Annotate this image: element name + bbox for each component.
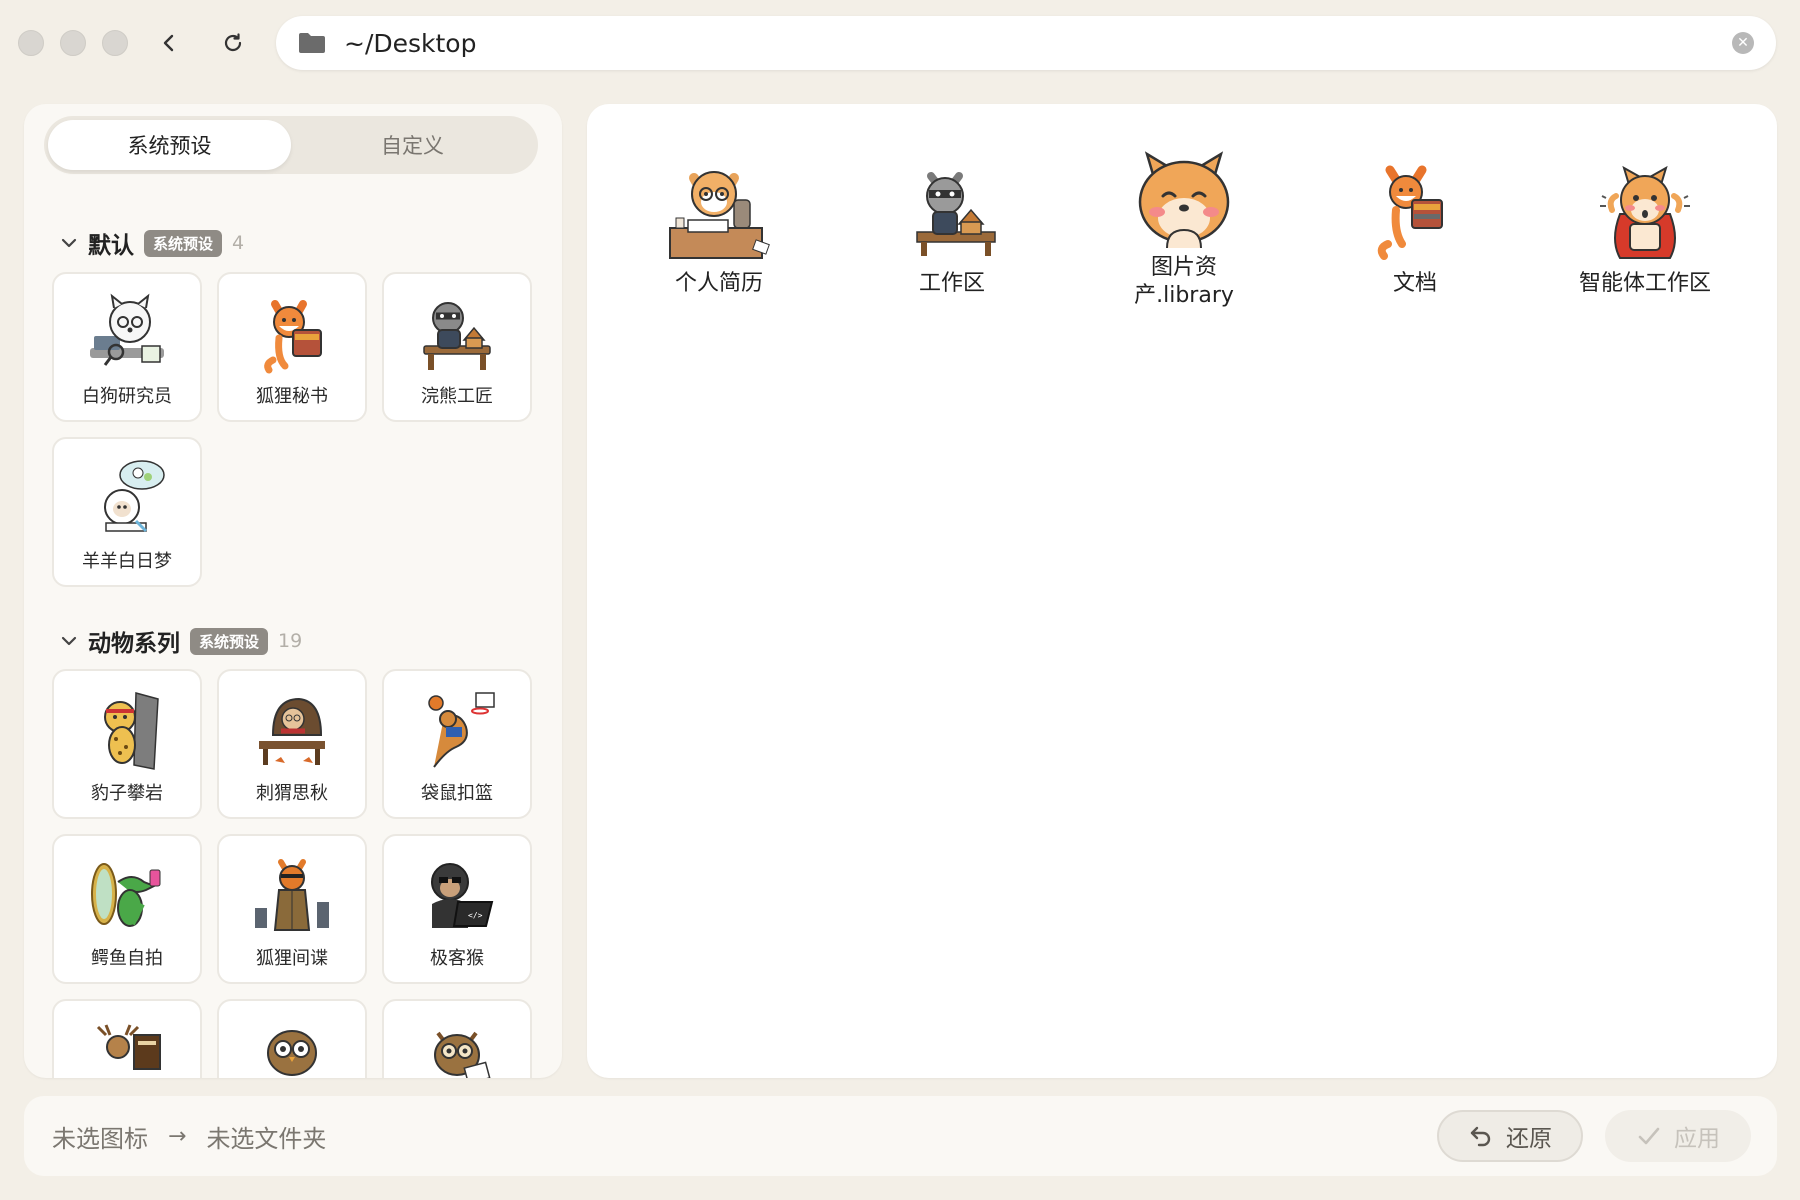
folder-label: 工作区 xyxy=(918,271,985,296)
tab-custom[interactable]: 自定义 xyxy=(291,120,534,170)
back-button[interactable] xyxy=(151,24,187,62)
group-title: 动物系列 xyxy=(88,631,180,657)
group-title: 默认 xyxy=(88,233,134,259)
refresh-icon xyxy=(224,33,242,52)
owl-icon xyxy=(434,1031,491,1078)
fox-spy-icon xyxy=(255,859,329,931)
icon-card-owl-reader[interactable] xyxy=(217,999,367,1078)
icon-card-label: 狐狸间谍 xyxy=(256,948,328,969)
source-tabs: 系统预设 自定义 xyxy=(44,116,538,174)
icon-card-label: 狐狸秘书 xyxy=(256,386,328,407)
close-window-button[interactable] xyxy=(18,30,44,56)
shiba-happy-icon xyxy=(1138,151,1230,249)
leopard-climbing-icon xyxy=(104,692,159,770)
folder-label: 个人简历 xyxy=(674,271,763,296)
undo-icon xyxy=(1470,1126,1491,1147)
deer-icon xyxy=(96,1024,161,1070)
address-bar[interactable]: ~/Desktop ✕ xyxy=(276,16,1776,70)
geek-monkey-icon: </> xyxy=(431,863,494,928)
shiba-superhero-icon xyxy=(1600,165,1690,259)
white-dog-researcher-icon xyxy=(90,293,164,366)
folder-item-resume[interactable]: 个人简历 xyxy=(619,154,819,298)
icon-card-raccoon-craftsman[interactable]: 浣熊工匠 xyxy=(382,272,532,422)
refresh-button[interactable] xyxy=(215,24,251,62)
icon-card-label: 刺猬思秋 xyxy=(256,783,328,804)
clear-address-icon[interactable]: ✕ xyxy=(1732,32,1754,54)
folder-label-line1: 图片资 xyxy=(1150,255,1217,280)
icon-card-fox-spy[interactable]: 狐狸间谍 xyxy=(217,834,367,984)
window-controls xyxy=(18,30,128,56)
icon-card-label: 鳄鱼自拍 xyxy=(91,948,163,969)
icon-card-label: 浣熊工匠 xyxy=(421,386,493,407)
apply-label: 应用 xyxy=(1674,1126,1720,1152)
group-count: 19 xyxy=(278,630,303,652)
restore-button[interactable]: 还原 xyxy=(1437,1110,1583,1162)
fox-secretary-icon xyxy=(264,300,322,374)
checkmark-icon xyxy=(1638,1127,1660,1145)
folder-label: 智能体工作区 xyxy=(1578,271,1711,296)
tab-system-presets[interactable]: 系统预设 xyxy=(48,120,291,170)
hedgehog-autumn-icon xyxy=(259,697,325,765)
zoom-window-button[interactable] xyxy=(102,30,128,56)
icon-card-label: 羊羊白日梦 xyxy=(82,551,172,572)
preset-badge: 系统预设 xyxy=(144,229,223,257)
group-header-default[interactable]: 默认 系统预设 4 xyxy=(60,226,244,260)
icon-card-white-dog-researcher[interactable]: 白狗研究员 xyxy=(52,272,202,422)
raccoon-craftsman-icon xyxy=(423,302,491,370)
crocodile-selfie-icon xyxy=(91,863,161,927)
selected-icon-status: 未选图标 xyxy=(52,1124,148,1153)
preset-badge: 系统预设 xyxy=(190,627,269,655)
icon-card-owl-writer[interactable] xyxy=(382,999,532,1078)
icon-card-label: 袋鼠扣篮 xyxy=(421,783,493,804)
icon-card-geek-monkey[interactable]: </> 极客猴 xyxy=(382,834,532,984)
fox-secretary-icon xyxy=(1377,165,1443,260)
selected-folder-status: 未选文件夹 xyxy=(206,1124,327,1153)
minimize-window-button[interactable] xyxy=(60,30,86,56)
restore-label: 还原 xyxy=(1506,1126,1552,1152)
app-window: ~/Desktop ✕ 系统预设 自定义 默认 系统预设 4 白狗研究员 狐狸秘… xyxy=(0,0,1800,1200)
icon-library-sidebar: 系统预设 自定义 默认 系统预设 4 白狗研究员 狐狸秘书 浣熊工匠 羊羊白日梦… xyxy=(24,104,562,1078)
icon-card-crocodile-selfie[interactable]: 鳄鱼自拍 xyxy=(52,834,202,984)
chevron-left-icon xyxy=(163,34,174,52)
folder-item-agent-workspace[interactable]: 智能体工作区 xyxy=(1545,154,1745,298)
folder-browser: 个人简历 工作区 图片资 产.library 文档 智能体工作区 xyxy=(587,104,1777,1078)
icon-card-label: 极客猴 xyxy=(430,948,484,969)
folder-label: 文档 xyxy=(1392,271,1437,296)
owl-icon xyxy=(267,1030,317,1076)
arrow-right-icon: → xyxy=(168,1123,187,1149)
folder-label-line2: 产.library xyxy=(1134,283,1234,308)
apply-button[interactable]: 应用 xyxy=(1605,1110,1751,1162)
icon-card-leopard-climbing[interactable]: 豹子攀岩 xyxy=(52,669,202,819)
group-header-animal-series[interactable]: 动物系列 系统预设 19 xyxy=(60,624,302,658)
icon-card-fox-secretary[interactable]: 狐狸秘书 xyxy=(217,272,367,422)
icon-card-deer[interactable] xyxy=(52,999,202,1078)
address-path: ~/Desktop xyxy=(344,28,477,58)
group-count: 4 xyxy=(232,232,245,254)
folder-item-workspace[interactable]: 工作区 xyxy=(852,154,1052,298)
svg-text:</>: </> xyxy=(468,911,483,920)
icon-card-hedgehog-autumn[interactable]: 刺猬思秋 xyxy=(217,669,367,819)
sheep-daydream-icon xyxy=(104,460,165,533)
icon-card-label: 白狗研究员 xyxy=(82,386,172,407)
raccoon-craftsman-icon xyxy=(916,172,996,256)
folder-icon xyxy=(299,33,325,53)
chevron-down-icon xyxy=(61,238,77,248)
icon-card-kangaroo-dunk[interactable]: 袋鼠扣篮 xyxy=(382,669,532,819)
kangaroo-dunk-icon xyxy=(428,692,495,768)
chevron-down-icon xyxy=(61,636,77,646)
icon-card-label: 豹子攀岩 xyxy=(91,783,163,804)
folder-item-photo-library[interactable]: 图片资 产.library xyxy=(1084,144,1284,310)
icon-card-sheep-daydream[interactable]: 羊羊白日梦 xyxy=(52,437,202,587)
folder-item-documents[interactable]: 文档 xyxy=(1315,154,1515,298)
shiba-at-desk-icon xyxy=(669,171,770,259)
status-footer: 未选图标 → 未选文件夹 还原 应用 xyxy=(24,1096,1777,1176)
